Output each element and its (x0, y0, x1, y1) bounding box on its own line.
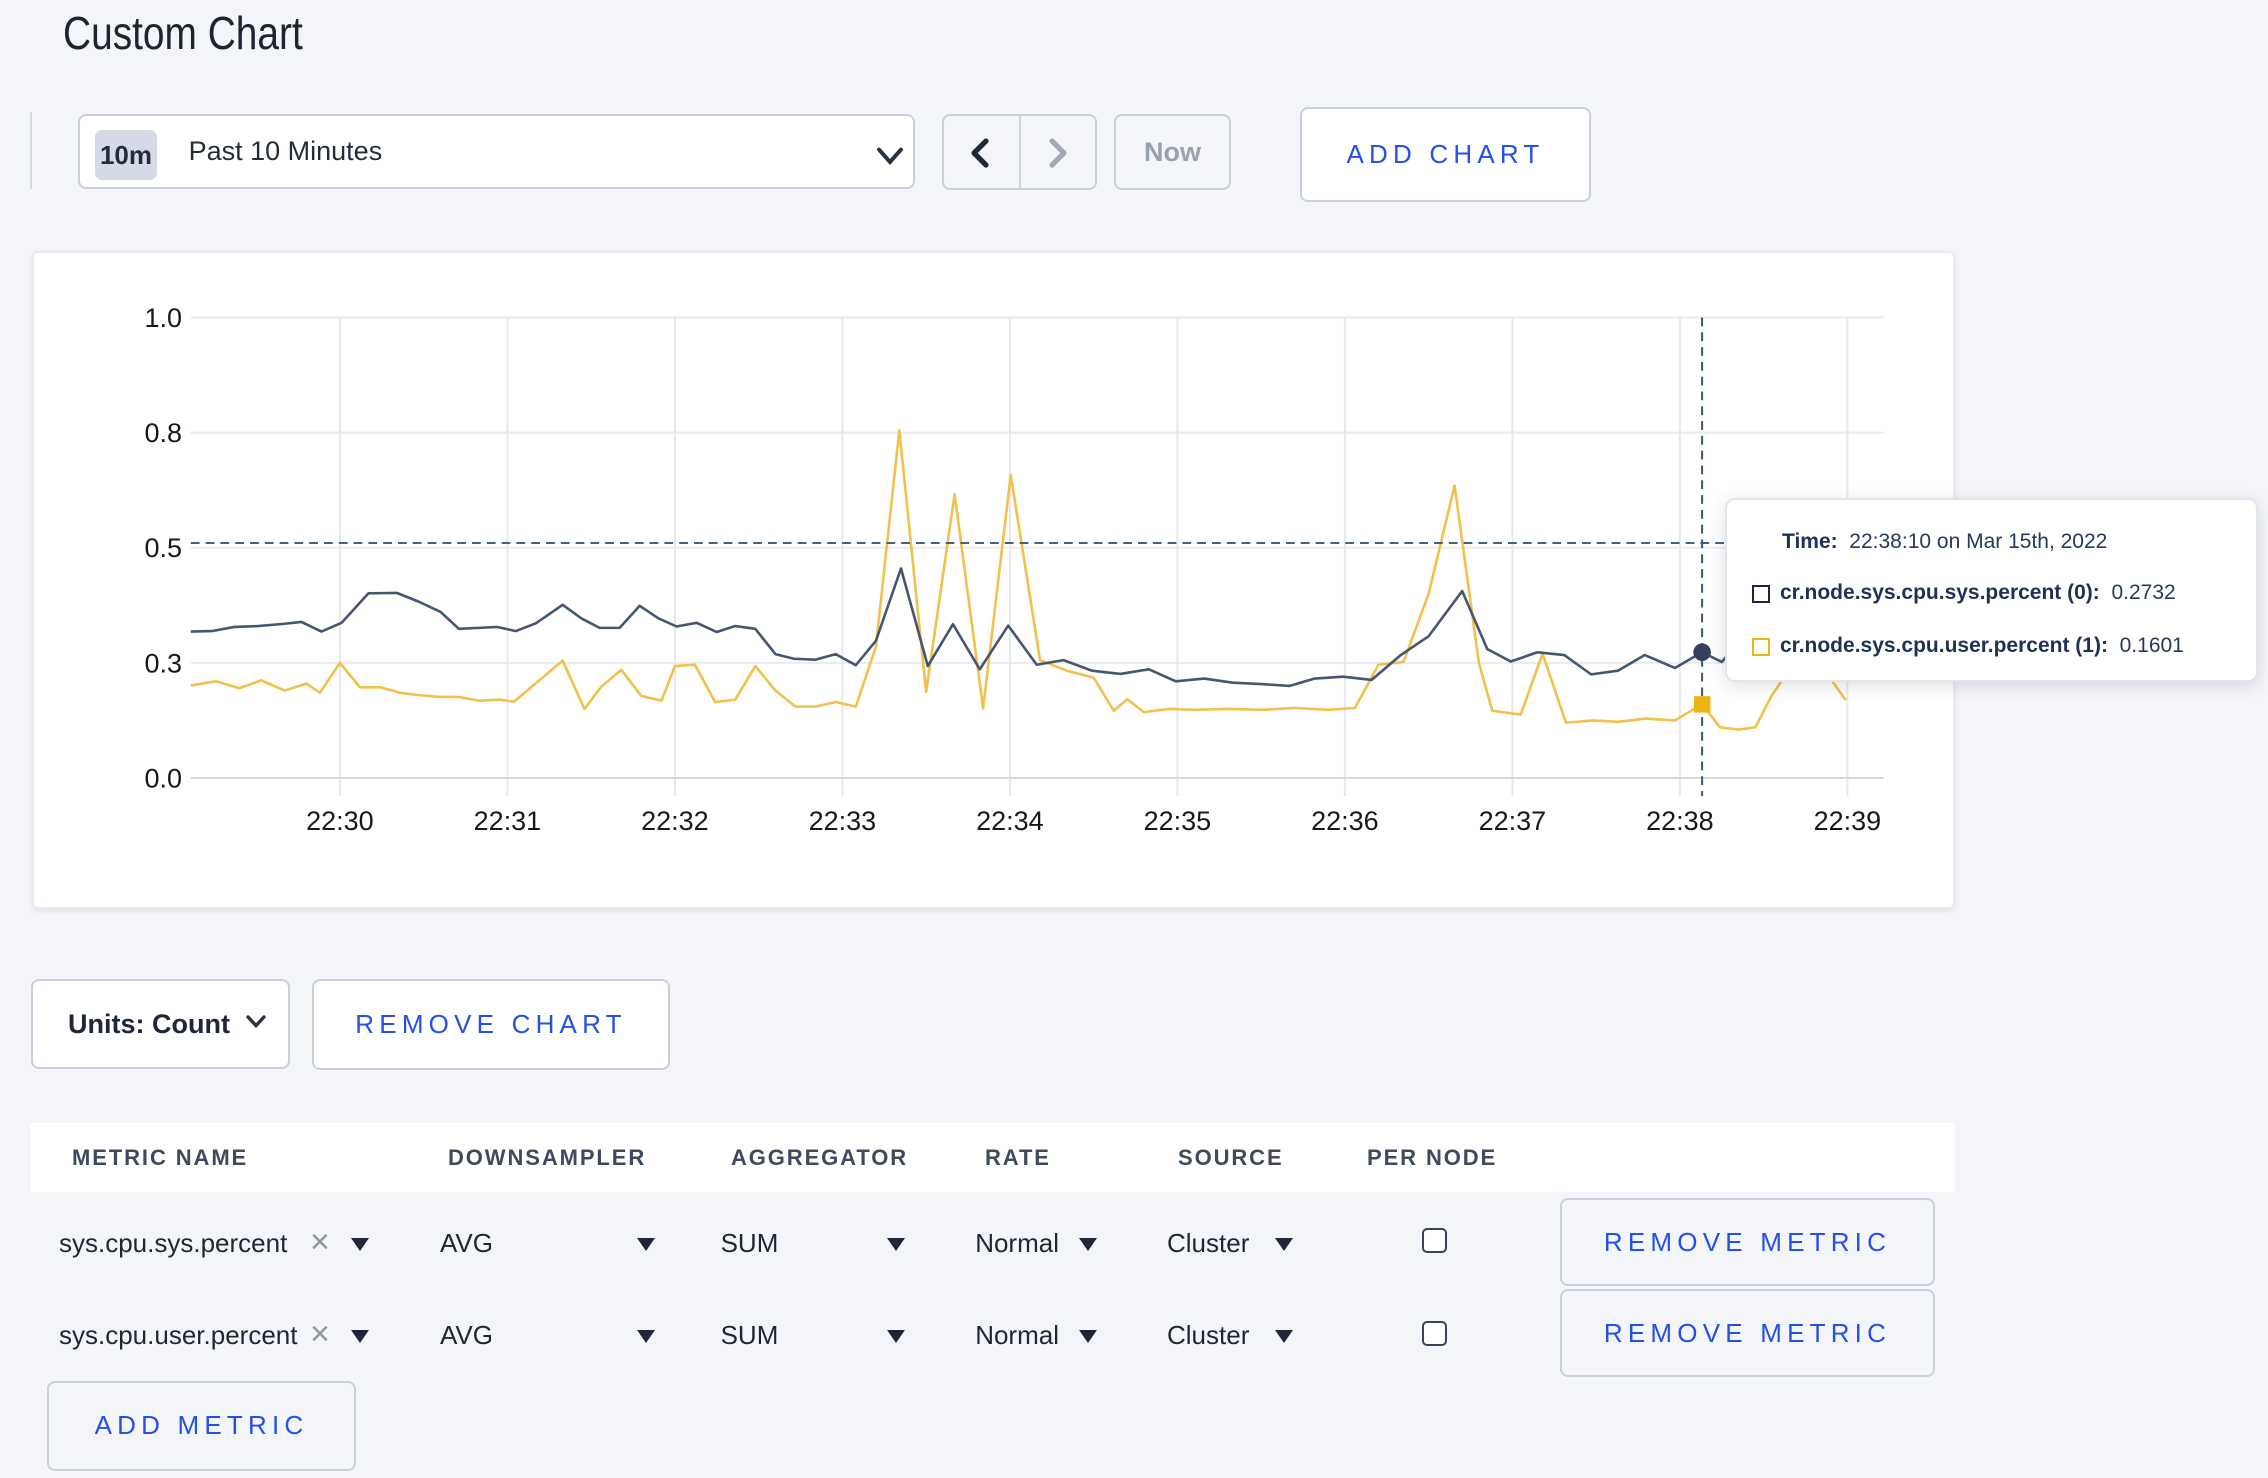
svg-text:22:34: 22:34 (976, 806, 1044, 836)
svg-text:0.0: 0.0 (144, 763, 182, 793)
svg-text:22:35: 22:35 (1143, 806, 1211, 836)
svg-text:0.8: 0.8 (144, 418, 182, 448)
svg-text:22:32: 22:32 (641, 806, 709, 836)
svg-text:0.5: 0.5 (144, 533, 182, 563)
svg-text:22:38: 22:38 (1646, 806, 1714, 836)
svg-text:22:31: 22:31 (473, 806, 541, 836)
svg-text:1.0: 1.0 (144, 303, 182, 333)
svg-text:22:39: 22:39 (1813, 806, 1881, 836)
svg-text:0.3: 0.3 (144, 648, 182, 678)
svg-text:22:30: 22:30 (306, 806, 374, 836)
svg-text:22:33: 22:33 (808, 806, 876, 836)
svg-text:22:37: 22:37 (1478, 806, 1546, 836)
svg-text:22:36: 22:36 (1311, 806, 1379, 836)
